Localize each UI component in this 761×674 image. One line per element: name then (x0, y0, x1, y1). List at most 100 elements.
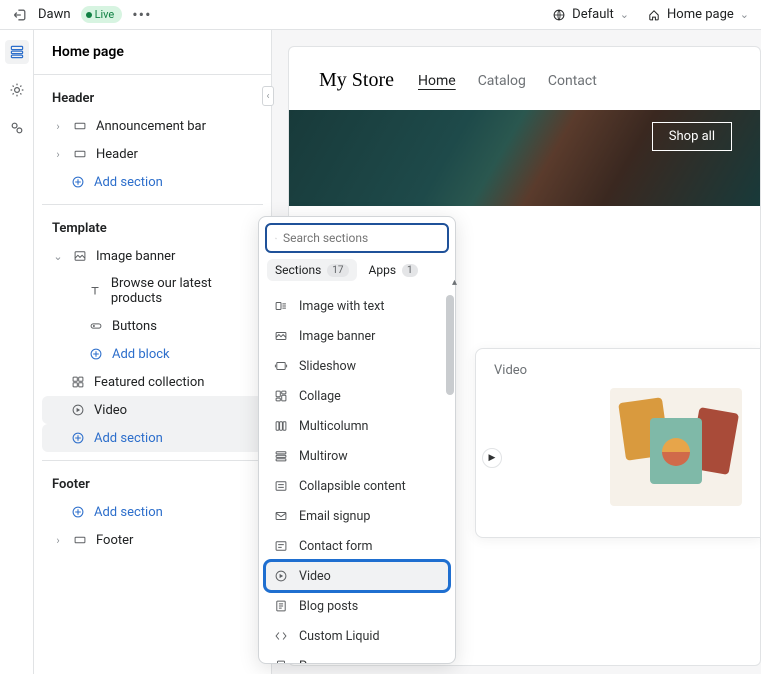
add-section-footer[interactable]: Add section (42, 498, 263, 526)
page-select-dropdown[interactable]: Home page ⌄ (647, 7, 749, 22)
more-actions-icon[interactable]: ••• (132, 5, 151, 24)
add-label: Add section (94, 175, 163, 190)
exit-icon[interactable] (12, 7, 28, 23)
chevron-right-icon: › (52, 120, 64, 133)
popup-section-list[interactable]: Image with text Image banner Slideshow Coll… (259, 287, 455, 663)
tool-rail (0, 30, 34, 674)
rail-settings-icon[interactable] (5, 78, 29, 102)
section-option-custom-liquid[interactable]: Custom Liquid (265, 621, 449, 651)
device-preview-dropdown[interactable]: Default ⌄ (552, 7, 629, 22)
section-option-slideshow[interactable]: Slideshow (265, 351, 449, 381)
section-type-icon (273, 478, 289, 494)
sections-sidebar: Home page Header › Announcement bar › He… (34, 30, 272, 674)
section-option-collapsible-content[interactable]: Collapsible content (265, 471, 449, 501)
section-option-video[interactable]: Video (265, 561, 449, 591)
rail-sections-icon[interactable] (5, 40, 29, 64)
chevron-down-icon: ⌄ (740, 8, 749, 21)
section-option-email-signup[interactable]: Email signup (265, 501, 449, 531)
popup-search[interactable] (265, 223, 449, 253)
item-label: Header (96, 147, 138, 162)
sidebar-block-text[interactable]: Browse our latest products (42, 270, 263, 312)
item-label: Image banner (96, 249, 175, 264)
sidebar-item-featured-collection[interactable]: Featured collection (42, 368, 263, 396)
chevron-right-icon: › (52, 534, 64, 547)
tab-sections[interactable]: Sections 17 (267, 259, 357, 281)
plus-circle-icon (88, 346, 104, 362)
section-type-icon (273, 358, 289, 374)
scroll-up-icon[interactable]: ▴ (452, 277, 457, 288)
hero-banner[interactable]: Shop all (289, 110, 760, 206)
sidebar-item-announcement-bar[interactable]: › Announcement bar (42, 112, 263, 140)
device-label: Default (572, 7, 614, 22)
section-option-label: Blog posts (299, 599, 358, 614)
popup-tabs: Sections 17 Apps 1 (259, 259, 455, 287)
store-name: My Store (319, 69, 394, 92)
section-picker-popup: Sections 17 Apps 1 Image with textImage … (258, 216, 456, 664)
sidebar-item-video[interactable]: Video (42, 396, 263, 424)
section-option-contact-form[interactable]: Contact form (265, 531, 449, 561)
section-option-label: Page (299, 659, 327, 664)
theme-name: Dawn (38, 7, 71, 22)
section-option-label: Collage (299, 389, 341, 404)
section-option-multirow[interactable]: Multirow (265, 441, 449, 471)
plus-circle-icon (70, 174, 86, 190)
sidebar-item-header[interactable]: › Header (42, 140, 263, 168)
divider (42, 460, 263, 461)
section-option-blog-posts[interactable]: Blog posts (265, 591, 449, 621)
sidebar-block-buttons[interactable]: Buttons (42, 312, 263, 340)
sidebar-item-footer[interactable]: › Footer (42, 526, 263, 554)
item-label: Buttons (112, 319, 157, 334)
group-header-label: Header (42, 83, 263, 112)
preview-title: Video (494, 363, 742, 378)
text-icon (88, 283, 103, 299)
nav-catalog[interactable]: Catalog (478, 73, 526, 89)
nav-contact[interactable]: Contact (548, 73, 597, 89)
section-type-icon (273, 388, 289, 404)
section-option-label: Custom Liquid (299, 629, 380, 644)
section-option-image-banner[interactable]: Image banner (265, 321, 449, 351)
section-option-label: Slideshow (299, 359, 356, 374)
add-block-image-banner[interactable]: Add block (42, 340, 263, 368)
section-icon (72, 118, 88, 134)
shop-all-button[interactable]: Shop all (652, 122, 732, 151)
globe-icon (552, 8, 566, 22)
section-type-icon (273, 538, 289, 554)
item-label: Featured collection (94, 375, 204, 390)
store-nav: Home Catalog Contact (418, 73, 597, 89)
sidebar-item-image-banner[interactable]: ⌄ Image banner (42, 242, 263, 270)
section-option-label: Email signup (299, 509, 370, 524)
plus-circle-icon (70, 504, 86, 520)
section-icon (72, 146, 88, 162)
item-label: Announcement bar (96, 119, 206, 134)
section-type-icon (273, 568, 289, 584)
add-section-header[interactable]: Add section (42, 168, 263, 196)
section-option-image-with-text[interactable]: Image with text (265, 291, 449, 321)
scrollbar-thumb[interactable] (446, 295, 454, 395)
section-option-label: Contact form (299, 539, 372, 554)
home-icon (647, 8, 661, 22)
rail-apps-icon[interactable] (5, 116, 29, 140)
preview-thumb (610, 388, 742, 506)
section-option-label: Multirow (299, 449, 348, 464)
section-option-label: Image banner (299, 329, 375, 344)
nav-home[interactable]: Home (418, 73, 456, 89)
chevron-right-icon: › (52, 148, 64, 161)
sidebar-collapse-handle[interactable]: ‹ (262, 86, 274, 106)
tab-count: 17 (327, 264, 348, 277)
search-input[interactable] (283, 231, 439, 245)
top-bar: Dawn Live ••• Default ⌄ Home page ⌄ (0, 0, 761, 30)
section-type-icon (273, 508, 289, 524)
section-type-icon (273, 448, 289, 464)
tab-apps[interactable]: Apps 1 (361, 259, 426, 281)
item-label: Browse our latest products (111, 276, 255, 306)
section-option-multicolumn[interactable]: Multicolumn (265, 411, 449, 441)
section-option-page[interactable]: Page (265, 651, 449, 663)
plus-circle-icon (70, 430, 86, 446)
item-label: Video (94, 403, 127, 418)
section-option-collage[interactable]: Collage (265, 381, 449, 411)
section-type-icon (273, 328, 289, 344)
status-pill: Live (81, 6, 123, 23)
tab-label: Sections (275, 263, 321, 277)
divider (42, 204, 263, 205)
add-section-template[interactable]: Add section (42, 424, 263, 452)
